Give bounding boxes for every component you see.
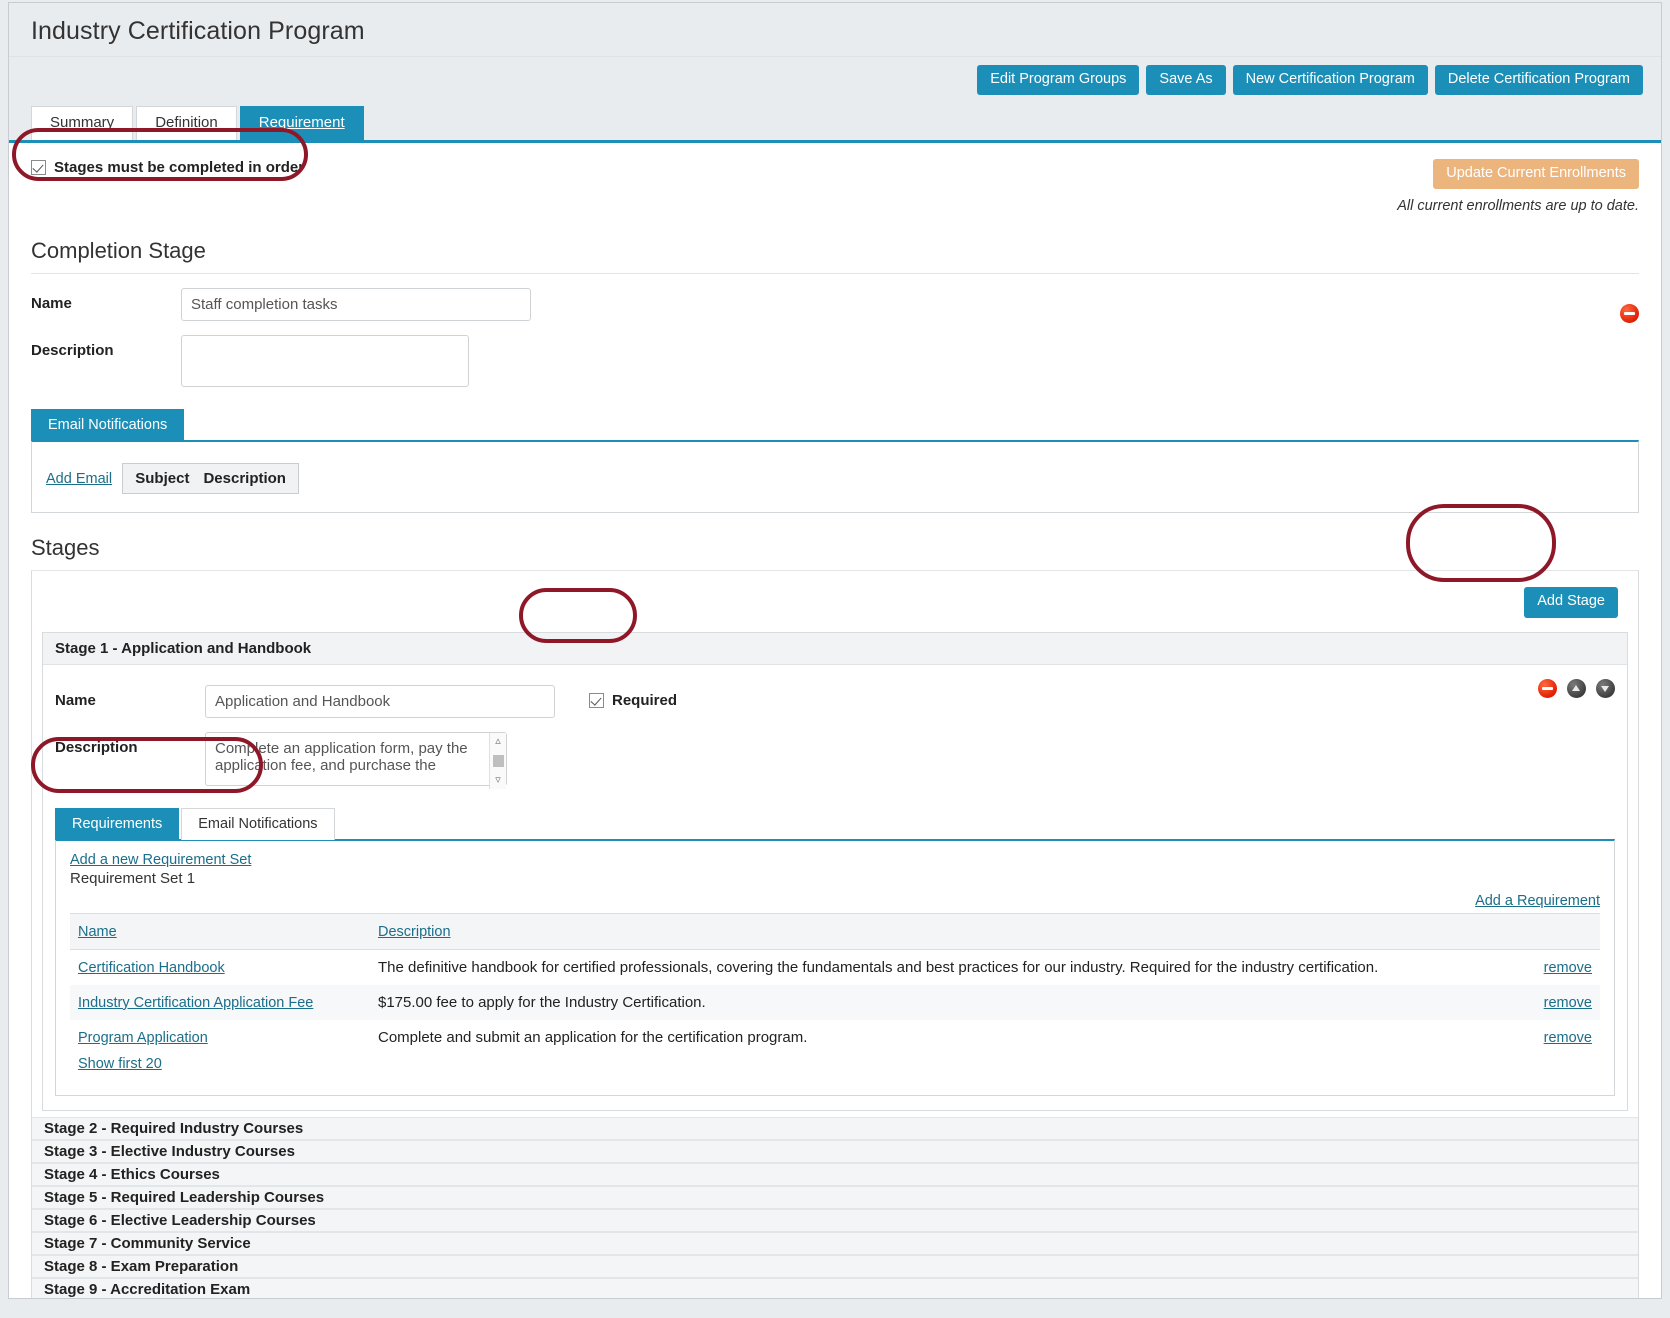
application-window: Industry Certification Program Edit Prog…: [8, 2, 1662, 1299]
subtab-email-notifications[interactable]: Email Notifications: [31, 409, 185, 442]
stages-in-order-checkbox[interactable]: [31, 160, 46, 176]
collapsed-stage-3[interactable]: Stage 3 - Elective Industry Courses: [32, 1139, 1638, 1163]
description-scrollbar[interactable]: ▵ ▿: [489, 732, 506, 789]
add-stage-button[interactable]: Add Stage: [1524, 587, 1618, 618]
table-row: Certification Handbook The definitive ha…: [70, 949, 1600, 985]
requirement-set-name: Requirement Set 1: [70, 869, 196, 887]
completion-stage-title: Completion Stage: [31, 238, 1639, 275]
requirement-description: Complete and submit an application for t…: [378, 1028, 808, 1046]
email-col-description: Description: [203, 470, 286, 488]
stage-1-box: Stage 1 - Application and Handbook Name …: [42, 631, 1628, 1111]
main-tabstrip: Summary Definition Requirement: [9, 106, 1661, 144]
add-stage-bar: Add Stage: [32, 571, 1638, 631]
stage-1-name-input[interactable]: [205, 684, 555, 718]
delete-certification-program-button[interactable]: Delete Certification Program: [1434, 65, 1643, 96]
enrollment-status-note: All current enrollments are up to date.: [1397, 198, 1639, 215]
tab-definition[interactable]: Definition: [136, 106, 237, 141]
stage-1-required-checkbox[interactable]: [589, 692, 604, 708]
stage-1-heading[interactable]: Stage 1 - Application and Handbook: [43, 632, 1627, 665]
header-toolbar: Edit Program Groups Save As New Certific…: [9, 57, 1661, 108]
stages-panel: Add Stage Stage 1 - Application and Hand…: [31, 571, 1639, 1298]
stage-1-description-input[interactable]: Complete an application form, pay the ap…: [205, 731, 507, 786]
stages-title: Stages: [31, 535, 1639, 572]
collapsed-stage-list: Stage 2 - Required Industry Courses Stag…: [32, 1116, 1638, 1298]
show-first-20-link[interactable]: Show first 20: [78, 1056, 162, 1072]
move-down-icon[interactable]: [1596, 678, 1615, 698]
collapsed-stage-6[interactable]: Stage 6 - Elective Leadership Courses: [32, 1208, 1638, 1232]
requirements-table-header: Name Description: [70, 912, 1600, 950]
edit-program-groups-button[interactable]: Edit Program Groups: [977, 65, 1140, 96]
requirement-name-link[interactable]: Industry Certification Application Fee: [78, 995, 313, 1011]
save-as-button[interactable]: Save As: [1146, 65, 1226, 96]
add-requirement-row: Add a Requirement: [70, 893, 1600, 909]
scroll-up-icon[interactable]: ▵: [495, 733, 501, 750]
remove-icon[interactable]: [1538, 678, 1557, 698]
requirement-description: The definitive handbook for certified pr…: [378, 958, 1379, 976]
add-requirement-set-link[interactable]: Add a new Requirement Set: [70, 852, 251, 868]
page-title: Industry Certification Program: [31, 17, 365, 45]
stage-1-requirements-panel: Add a new Requirement Set Requirement Se…: [55, 838, 1615, 1096]
collapsed-stage-5[interactable]: Stage 5 - Required Leadership Courses: [32, 1185, 1638, 1209]
scroll-down-icon[interactable]: ▿: [495, 772, 501, 789]
tab-summary[interactable]: Summary: [31, 106, 134, 141]
table-row: Industry Certification Application Fee $…: [70, 984, 1600, 1020]
email-table-header: Subject Description: [122, 463, 299, 495]
completion-name-input[interactable]: [181, 288, 531, 322]
page-header: Industry Certification Program: [9, 3, 1661, 57]
completion-name-label: Name: [31, 295, 72, 313]
requirement-name-link[interactable]: Certification Handbook: [78, 960, 225, 976]
stage-1-description-wrap: Complete an application form, pay the ap…: [205, 731, 507, 790]
requirement-description: $175.00 fee to apply for the Industry Ce…: [370, 984, 1510, 1020]
add-email-link[interactable]: Add Email: [46, 471, 112, 487]
completion-subtabs: Email Notifications: [31, 409, 1639, 442]
remove-requirement-link[interactable]: remove: [1544, 960, 1592, 976]
update-current-enrollments-button[interactable]: Update Current Enrollments: [1433, 159, 1639, 190]
stage-1-actions: [1538, 678, 1615, 698]
collapsed-stage-8[interactable]: Stage 8 - Exam Preparation: [32, 1254, 1638, 1278]
collapsed-stage-4[interactable]: Stage 4 - Ethics Courses: [32, 1162, 1638, 1186]
requirements-table: Name Description Certification Handbook …: [70, 912, 1600, 1081]
add-requirement-link[interactable]: Add a Requirement: [1475, 893, 1600, 909]
stage-1-description-row: Description Complete an application form…: [55, 731, 1615, 790]
completion-email-panel: Add Email Subject Description: [31, 440, 1639, 514]
stage-1-name-row: Name Required: [55, 684, 1615, 718]
subtab-stage-email-notifications[interactable]: Email Notifications: [181, 807, 335, 840]
table-footer-row: Show first 20: [70, 1055, 1600, 1081]
collapsed-stage-2[interactable]: Stage 2 - Required Industry Courses: [32, 1116, 1638, 1140]
new-certification-program-button[interactable]: New Certification Program: [1232, 65, 1428, 96]
subtab-requirements[interactable]: Requirements: [55, 807, 180, 840]
stage-1-body: Name Required Description Complete an ap…: [43, 665, 1627, 1110]
completion-description-input[interactable]: [181, 335, 469, 388]
col-header-description[interactable]: Description: [378, 924, 451, 940]
order-and-enrollment-row: Stages must be completed in order Update…: [31, 143, 1639, 216]
stage-1-required-option[interactable]: Required: [589, 685, 677, 709]
stages-in-order-option[interactable]: Stages must be completed in order: [31, 159, 304, 176]
completion-stage-body: Name Description Email Notifications Add…: [31, 288, 1639, 514]
completion-description-label: Description: [31, 342, 114, 360]
main-content: Stages must be completed in order Update…: [9, 143, 1661, 1298]
enrollment-update-group: Update Current Enrollments All current e…: [1397, 159, 1639, 214]
stage-1-name-label: Name: [55, 691, 96, 709]
scroll-thumb[interactable]: [492, 754, 504, 767]
stage-1-required-label: Required: [612, 691, 678, 709]
remove-icon[interactable]: [1620, 304, 1639, 324]
tab-requirement[interactable]: Requirement: [239, 106, 364, 141]
move-up-icon[interactable]: [1567, 678, 1586, 698]
email-col-subject: Subject: [135, 470, 190, 488]
col-header-name[interactable]: Name: [78, 924, 117, 940]
stage-1-subtabs: Requirements Email Notifications: [55, 807, 1615, 840]
stages-in-order-label: Stages must be completed in order: [54, 159, 305, 177]
table-row: Program Application Complete and submit …: [70, 1020, 1600, 1055]
requirement-name-link[interactable]: Program Application: [78, 1030, 208, 1046]
completion-description-row: Description: [31, 335, 1639, 388]
collapsed-stage-9[interactable]: Stage 9 - Accreditation Exam: [32, 1277, 1638, 1298]
remove-requirement-link[interactable]: remove: [1544, 1030, 1592, 1046]
stage-1-description-label: Description: [55, 738, 138, 756]
remove-requirement-link[interactable]: remove: [1544, 995, 1592, 1011]
completion-stage-actions: [1620, 304, 1639, 324]
completion-name-row: Name: [31, 288, 1639, 322]
collapsed-stage-7[interactable]: Stage 7 - Community Service: [32, 1231, 1638, 1255]
